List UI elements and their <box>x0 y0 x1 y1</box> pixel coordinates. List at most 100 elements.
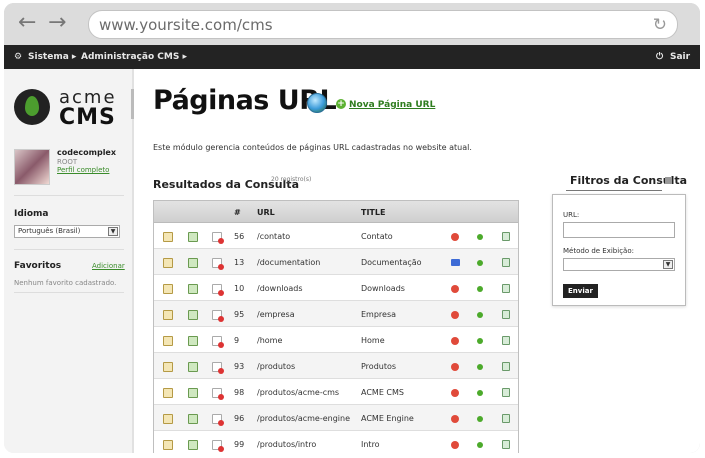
edit-icon[interactable] <box>163 258 173 268</box>
row-title: Contato <box>361 232 393 241</box>
language-select[interactable]: Português (Brasil) ▼ <box>14 225 120 238</box>
page-icon[interactable] <box>502 258 510 267</box>
status-flag-icon[interactable] <box>451 311 459 319</box>
menu-sistema-label: Sistema <box>28 52 69 62</box>
active-dot-icon[interactable] <box>477 416 483 422</box>
edit-icon[interactable] <box>163 232 173 242</box>
column-url-header[interactable]: URL <box>257 208 275 217</box>
edit-icon[interactable] <box>163 388 173 398</box>
menu-sistema[interactable]: Sistema ▸ <box>28 52 76 62</box>
filters-panel: URL: Método de Exibição: ▼ Enviar <box>552 194 686 306</box>
column-id-header[interactable]: # <box>234 208 241 217</box>
view-icon[interactable] <box>188 440 198 450</box>
edit-icon[interactable] <box>163 414 173 424</box>
divider <box>14 249 124 250</box>
page-icon[interactable] <box>502 414 510 423</box>
page-icon[interactable] <box>502 388 510 397</box>
delete-icon[interactable] <box>212 258 224 270</box>
edit-icon[interactable] <box>163 310 173 320</box>
edit-icon[interactable] <box>163 336 173 346</box>
row-url: /documentation <box>257 258 321 267</box>
gear-icon: ⚙ <box>14 52 23 62</box>
delete-icon[interactable] <box>212 232 224 244</box>
address-bar[interactable]: www.yoursite.com/cms ↻ <box>88 10 678 39</box>
avatar <box>14 149 50 185</box>
delete-icon[interactable] <box>212 336 224 348</box>
view-icon[interactable] <box>188 336 198 346</box>
status-flag-icon[interactable] <box>451 337 459 345</box>
table-row: 56/contato Contato <box>154 223 518 249</box>
status-flag-icon[interactable] <box>451 363 459 371</box>
active-dot-icon[interactable] <box>477 234 483 240</box>
active-dot-icon[interactable] <box>477 364 483 370</box>
view-icon[interactable] <box>188 310 198 320</box>
status-flag-icon[interactable] <box>451 389 459 397</box>
status-flag-icon[interactable] <box>451 233 459 241</box>
active-dot-icon[interactable] <box>477 338 483 344</box>
view-icon[interactable] <box>188 258 198 268</box>
active-dot-icon[interactable] <box>477 312 483 318</box>
page-icon[interactable] <box>502 440 510 449</box>
page-icon[interactable] <box>502 310 510 319</box>
view-icon[interactable] <box>188 284 198 294</box>
view-icon[interactable] <box>188 362 198 372</box>
delete-icon[interactable] <box>212 414 224 426</box>
view-icon[interactable] <box>188 232 198 242</box>
page-icon[interactable] <box>502 336 510 345</box>
app-content: acme CMS codecomplex ROOT Perfil complet… <box>4 69 700 453</box>
forward-arrow-icon[interactable]: → <box>48 12 66 34</box>
row-id: 56 <box>234 232 245 241</box>
view-icon[interactable] <box>188 414 198 424</box>
menu-administracao-label: Administração CMS <box>81 52 180 62</box>
edit-icon[interactable] <box>163 440 173 450</box>
row-id: 10 <box>234 284 245 293</box>
table-row: 93/produtos Produtos <box>154 353 518 379</box>
page-icon[interactable] <box>502 232 510 241</box>
plus-icon[interactable]: + <box>336 99 346 109</box>
status-flag-icon[interactable] <box>451 441 459 449</box>
reload-icon[interactable]: ↻ <box>653 15 667 35</box>
logout-link[interactable]: Sair <box>670 52 690 62</box>
row-url: /empresa <box>257 310 295 319</box>
url-filter-input[interactable] <box>563 222 675 238</box>
screen-icon[interactable] <box>451 259 460 266</box>
row-url: /produtos/intro <box>257 440 317 449</box>
delete-icon[interactable] <box>212 388 224 400</box>
active-dot-icon[interactable] <box>477 390 483 396</box>
url-filter-label: URL: <box>563 211 580 219</box>
row-title: Documentação <box>361 258 422 267</box>
sidebar: acme CMS codecomplex ROOT Perfil complet… <box>4 69 134 453</box>
delete-icon[interactable] <box>212 310 224 322</box>
back-arrow-icon[interactable]: ← <box>18 12 36 34</box>
add-favorite-link[interactable]: Adicionar <box>92 262 125 270</box>
row-id: 96 <box>234 414 245 423</box>
page-icon[interactable] <box>502 362 510 371</box>
profile-link[interactable]: Perfil completo <box>57 166 109 174</box>
results-count: 20 registro(s) <box>271 176 312 183</box>
collapse-icon[interactable] <box>665 177 672 184</box>
edit-icon[interactable] <box>163 362 173 372</box>
table-row: 9/home Home <box>154 327 518 353</box>
delete-icon[interactable] <box>212 440 224 452</box>
edit-icon[interactable] <box>163 284 173 294</box>
globe-icon <box>307 93 327 113</box>
favorites-empty-text: Nenhum favorito cadastrado. <box>14 279 117 287</box>
view-icon[interactable] <box>188 388 198 398</box>
sidebar-scroll-handle[interactable] <box>131 89 134 119</box>
column-title-header[interactable]: TITLE <box>361 208 385 217</box>
active-dot-icon[interactable] <box>477 286 483 292</box>
menu-administracao-cms[interactable]: Administração CMS ▸ <box>81 52 187 62</box>
page-icon[interactable] <box>502 284 510 293</box>
method-filter-select[interactable]: ▼ <box>563 258 675 271</box>
delete-icon[interactable] <box>212 362 224 374</box>
active-dot-icon[interactable] <box>477 442 483 448</box>
browser-toolbar: ← → www.yoursite.com/cms ↻ <box>4 3 700 45</box>
delete-icon[interactable] <box>212 284 224 296</box>
row-title: ACME Engine <box>361 414 414 423</box>
status-flag-icon[interactable] <box>451 415 459 423</box>
submit-filter-button[interactable]: Enviar <box>563 284 598 298</box>
active-dot-icon[interactable] <box>477 260 483 266</box>
divider <box>14 292 124 293</box>
status-flag-icon[interactable] <box>451 285 459 293</box>
new-page-link[interactable]: Nova Página URL <box>349 100 435 110</box>
